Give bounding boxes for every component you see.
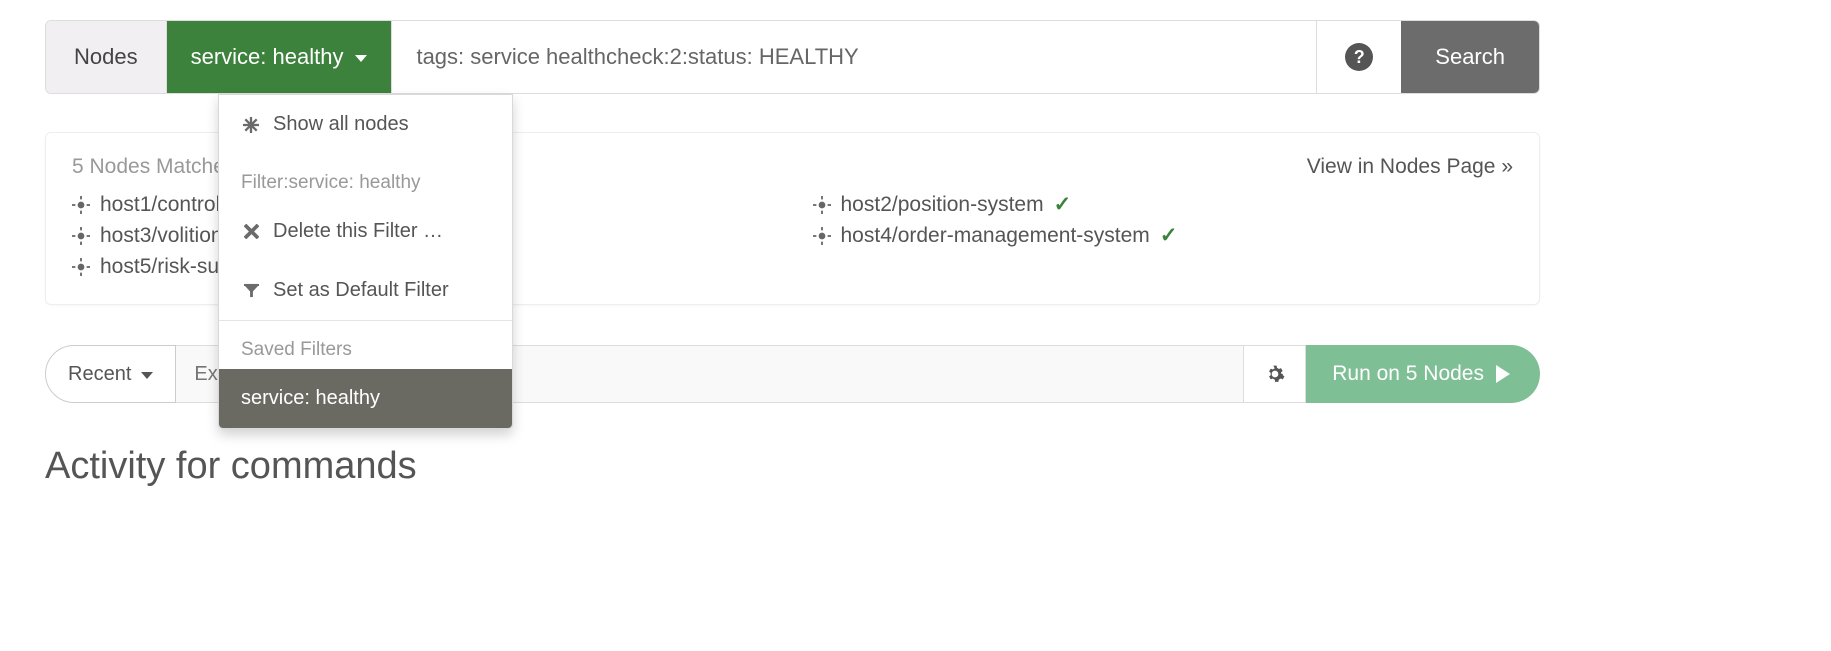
node-icon <box>72 227 90 245</box>
gear-icon <box>1265 364 1285 384</box>
x-icon <box>241 224 261 239</box>
filter-icon <box>241 283 261 298</box>
menu-show-all-label: Show all nodes <box>273 113 409 136</box>
nodes-button[interactable]: Nodes <box>46 21 167 93</box>
filter-dropdown-menu: Show all nodes Filter:service: healthy D… <box>218 94 513 429</box>
search-button[interactable]: Search <box>1401 21 1539 93</box>
menu-set-default[interactable]: Set as Default Filter <box>219 261 512 320</box>
filter-dropdown-button[interactable]: service: healthy <box>167 21 393 93</box>
match-count-text: 5 Nodes Matched <box>72 155 237 179</box>
node-icon <box>813 227 831 245</box>
menu-set-default-label: Set as Default Filter <box>273 279 449 302</box>
menu-delete-label: Delete this Filter … <box>273 220 443 243</box>
node-name: host4/order-management-system <box>841 224 1150 248</box>
filter-label: service: healthy <box>191 44 344 70</box>
play-icon <box>1496 365 1510 383</box>
view-nodes-link[interactable]: View in Nodes Page » <box>1307 155 1513 179</box>
check-icon: ✓ <box>1160 223 1178 248</box>
node-icon <box>813 196 831 214</box>
node-icon <box>72 258 90 276</box>
search-field-wrapper <box>392 21 1316 93</box>
settings-button[interactable] <box>1244 345 1306 403</box>
nodes-column-right: host2/position-system ✓ host4/order-mana… <box>813 189 1514 282</box>
menu-show-all-nodes[interactable]: Show all nodes <box>219 95 512 154</box>
activity-heading: Activity for commands <box>45 445 1540 488</box>
menu-saved-item-label: service: healthy <box>241 387 380 410</box>
top-filter-bar: Nodes service: healthy ? Search <box>45 20 1540 94</box>
caret-down-icon <box>141 372 153 379</box>
search-input[interactable] <box>416 44 1292 70</box>
nodes-label: Nodes <box>74 44 138 70</box>
help-button[interactable]: ? <box>1316 21 1401 93</box>
recent-dropdown[interactable]: Recent <box>45 345 176 403</box>
node-item[interactable]: host2/position-system ✓ <box>813 189 1514 220</box>
node-item[interactable]: host4/order-management-system ✓ <box>813 220 1514 251</box>
menu-saved-header-text: Saved Filters <box>241 339 352 360</box>
run-button-label: Run on 5 Nodes <box>1332 362 1484 386</box>
node-name: host2/position-system <box>841 193 1044 217</box>
menu-saved-item-selected[interactable]: service: healthy <box>219 369 512 428</box>
caret-down-icon <box>355 55 367 62</box>
menu-filter-header-text: Filter:service: healthy <box>241 172 421 193</box>
search-button-label: Search <box>1435 44 1505 70</box>
check-icon: ✓ <box>1054 192 1072 217</box>
run-button[interactable]: Run on 5 Nodes <box>1306 345 1540 403</box>
recent-label: Recent <box>68 363 131 386</box>
menu-saved-header: Saved Filters <box>219 321 512 369</box>
node-icon <box>72 196 90 214</box>
menu-delete-filter[interactable]: Delete this Filter … <box>219 202 512 261</box>
asterisk-icon <box>241 117 261 133</box>
menu-filter-header: Filter:service: healthy <box>219 154 512 202</box>
help-icon: ? <box>1345 43 1373 71</box>
